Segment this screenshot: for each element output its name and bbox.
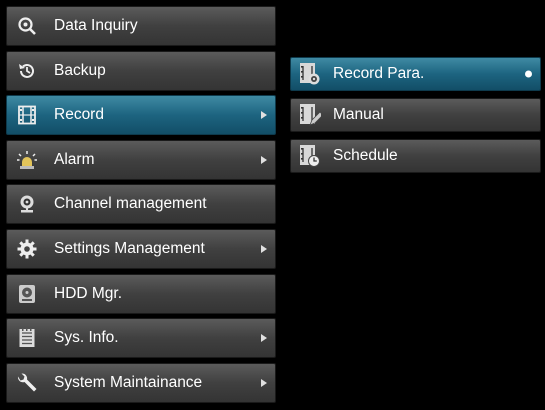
chevron-right-icon [261, 244, 267, 253]
menu-item-system-maintainance[interactable]: System Maintainance [6, 362, 276, 403]
wrench-icon [16, 372, 38, 394]
menu-item-hdd-mgr[interactable]: HDD Mgr. [6, 273, 276, 314]
main-menu: Data Inquiry Backup Record Alarm Channel… [6, 6, 276, 407]
menu-item-channel-management[interactable]: Channel management [6, 184, 276, 225]
hdd-icon [16, 283, 38, 305]
menu-item-label: Backup [54, 61, 106, 79]
menu-item-label: Channel management [54, 195, 207, 213]
search-icon [16, 15, 38, 37]
manual-record-icon [299, 103, 321, 127]
record-settings-icon [299, 62, 321, 86]
gear-icon [16, 238, 38, 260]
menu-item-backup[interactable]: Backup [6, 50, 276, 91]
submenu-item-label: Schedule [333, 147, 398, 164]
camera-icon [16, 193, 38, 215]
chevron-right-icon [261, 111, 267, 120]
submenu-item-label: Record Para. [333, 65, 425, 82]
schedule-icon [299, 144, 321, 168]
alarm-icon [16, 149, 38, 171]
chevron-right-icon [261, 155, 267, 164]
menu-item-label: Alarm [54, 150, 95, 168]
menu-item-sys-info[interactable]: Sys. Info. [6, 318, 276, 359]
record-submenu: Record Para. Manual Schedule [290, 57, 541, 180]
menu-item-label: HDD Mgr. [54, 284, 123, 302]
film-icon [16, 104, 38, 126]
menu-item-settings-management[interactable]: Settings Management [6, 228, 276, 269]
menu-item-label: System Maintainance [54, 373, 203, 391]
menu-item-data-inquiry[interactable]: Data Inquiry [6, 6, 276, 46]
selected-indicator-dot [525, 70, 532, 78]
menu-item-label: Data Inquiry [54, 17, 138, 34]
submenu-item-record-para[interactable]: Record Para. [290, 57, 541, 91]
menu-item-label: Settings Management [54, 239, 205, 257]
menu-item-alarm[interactable]: Alarm [6, 139, 276, 180]
menu-item-label: Sys. Info. [54, 329, 119, 347]
submenu-item-label: Manual [333, 106, 384, 123]
menu-item-record[interactable]: Record [6, 95, 276, 136]
submenu-item-schedule[interactable]: Schedule [290, 139, 541, 173]
chevron-right-icon [261, 334, 267, 343]
chevron-right-icon [261, 378, 267, 387]
submenu-item-manual[interactable]: Manual [290, 98, 541, 132]
menu-item-label: Record [54, 106, 104, 124]
backup-icon [16, 60, 38, 82]
document-icon [16, 327, 38, 349]
